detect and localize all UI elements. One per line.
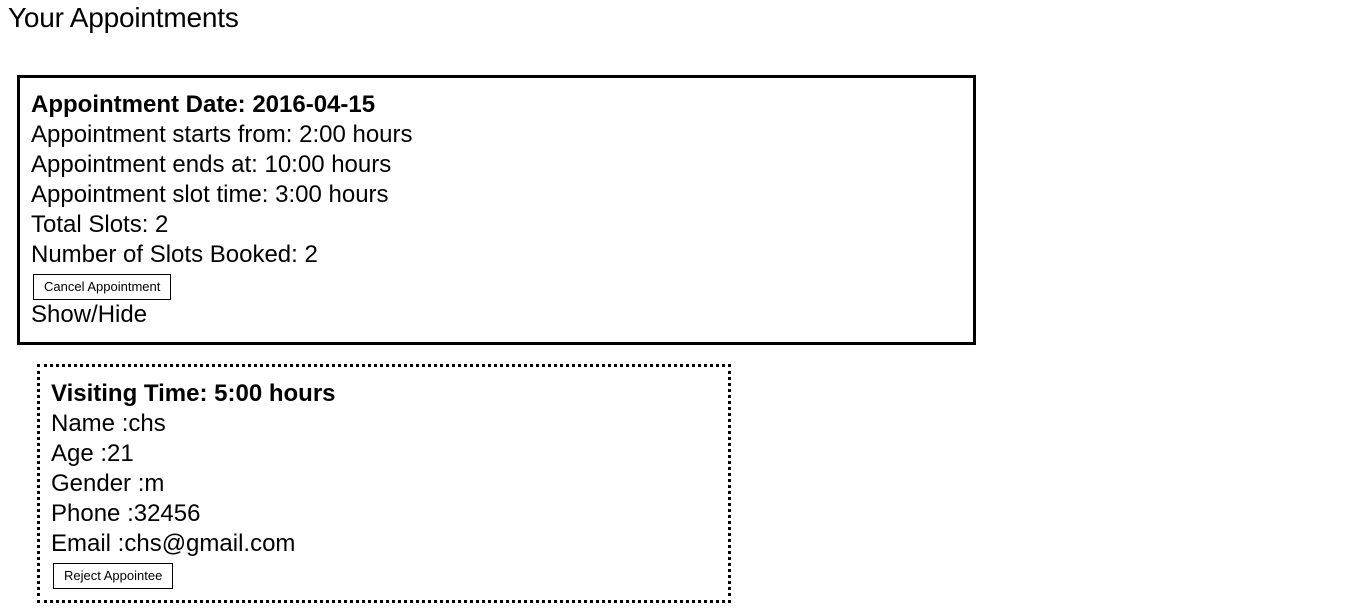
total-slots: Total Slots: 2 [31,211,169,238]
show-hide-toggle[interactable]: Show/Hide [31,300,413,330]
appointment-card: Appointment Date: 2016-04-15 Appointment… [17,75,976,345]
appointee-name: Name :chs [51,410,166,437]
slots-booked: Number of Slots Booked: 2 [31,241,318,268]
appointment-date: Appointment Date: 2016-04-15 [31,91,376,118]
appointee-phone: Phone :32456 [51,500,201,527]
reject-appointee-button[interactable]: Reject Appointee [53,563,174,589]
appointment-slot-time: Appointment slot time: 3:00 hours [31,181,389,208]
appointee-details: Visiting Time: 5:00 hours Name :chs Age … [51,379,336,589]
appointee-age: Age :21 [51,440,134,467]
appointment-end-time: Appointment ends at: 10:00 hours [31,151,392,178]
cancel-appointment-button[interactable]: Cancel Appointment [33,274,172,300]
appointee-gender: Gender :m [51,470,165,497]
appointee-email: Email :chs@gmail.com [51,530,296,557]
page-title: Your Appointments [8,2,239,33]
appointee-card: Visiting Time: 5:00 hours Name :chs Age … [37,364,731,603]
appointment-details: Appointment Date: 2016-04-15 Appointment… [31,90,413,330]
appointment-start-time: Appointment starts from: 2:00 hours [31,121,413,148]
visiting-time: Visiting Time: 5:00 hours [51,380,336,407]
